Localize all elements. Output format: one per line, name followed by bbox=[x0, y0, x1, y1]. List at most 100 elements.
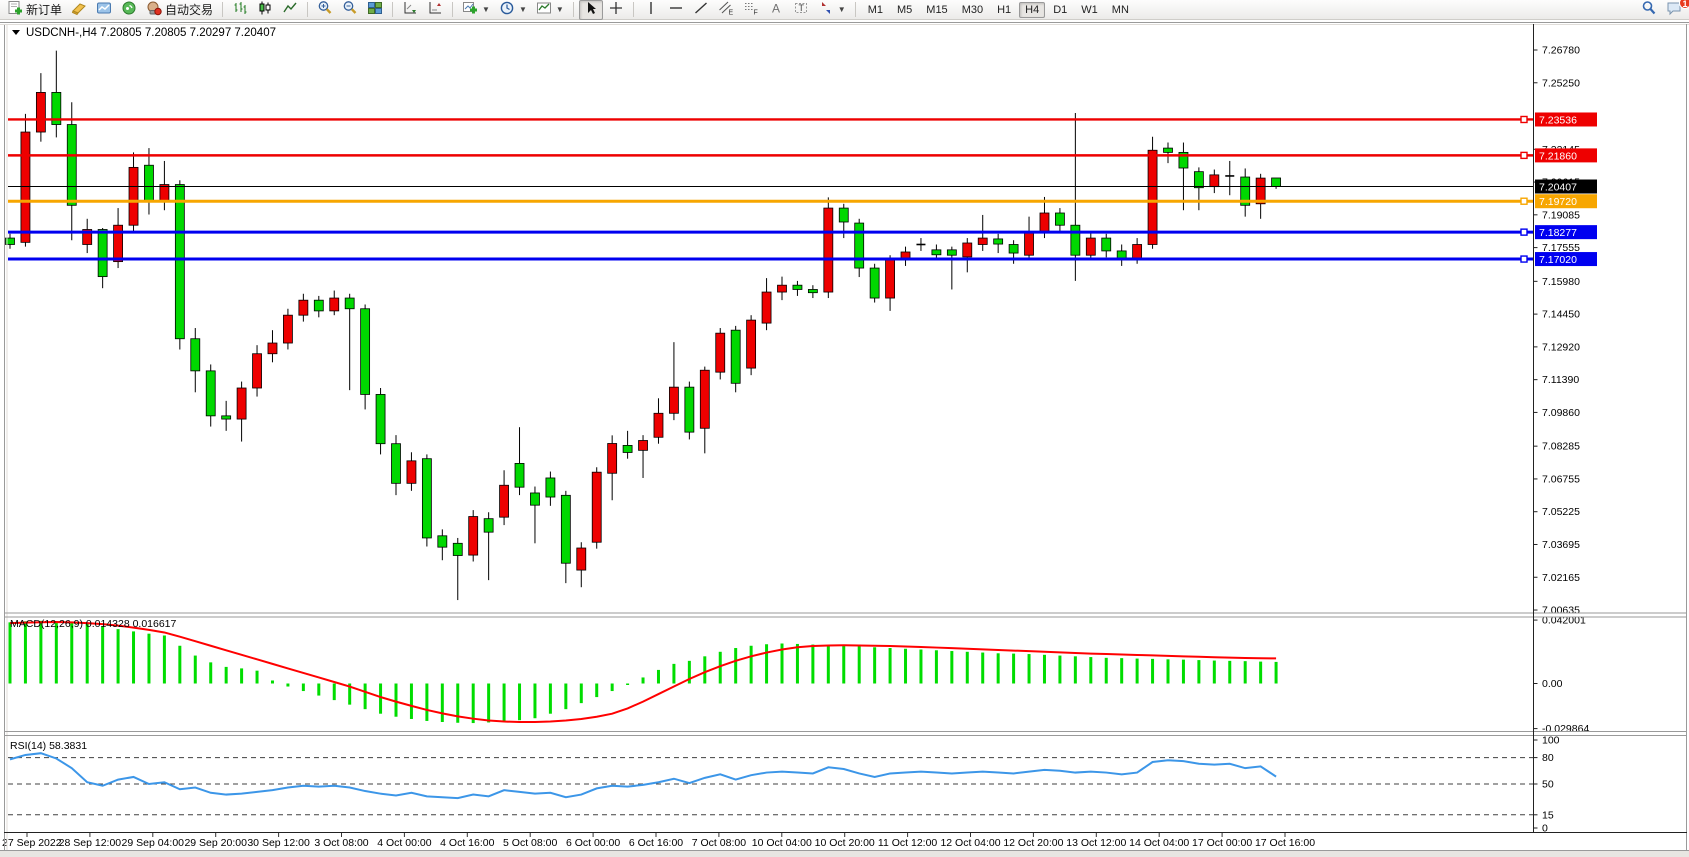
candle bbox=[592, 467, 601, 548]
toolbar-separator bbox=[222, 2, 223, 17]
search-icon bbox=[1641, 0, 1657, 19]
price-tick-label: 7.03695 bbox=[1542, 539, 1580, 551]
rsi-scale-label: 15 bbox=[1542, 809, 1554, 821]
vertical-line-tool-button[interactable] bbox=[639, 0, 663, 20]
autotrading-button[interactable]: 自动交易 bbox=[142, 0, 217, 20]
label-tool-icon: T bbox=[793, 0, 809, 19]
hline-handle[interactable] bbox=[1521, 256, 1527, 262]
chart-window[interactable]: 7.267807.252507.221457.206157.190857.175… bbox=[0, 21, 1689, 857]
period-button[interactable]: ▼ bbox=[495, 0, 531, 20]
horizontal-line-tool-button[interactable] bbox=[664, 0, 688, 20]
timeframe-H1[interactable]: H1 bbox=[991, 2, 1017, 18]
candle bbox=[175, 180, 184, 349]
price-tick-label: 7.14450 bbox=[1542, 309, 1580, 321]
autotrading-label: 自动交易 bbox=[165, 1, 213, 18]
timeframe-H4[interactable]: H4 bbox=[1019, 2, 1045, 18]
price-label: 7.21860 bbox=[1539, 150, 1577, 162]
timeframe-W1[interactable]: W1 bbox=[1075, 2, 1104, 18]
dropdown-caret-icon: ▼ bbox=[838, 5, 846, 14]
chart-title: USDCNH-,H4 7.20805 7.20805 7.20297 7.204… bbox=[26, 27, 276, 39]
price-tick-label: 7.19085 bbox=[1542, 209, 1580, 221]
new-order-button[interactable]: 新订单 bbox=[3, 0, 66, 20]
text-tool-button[interactable]: A bbox=[764, 0, 788, 20]
price-tick-label: 7.05225 bbox=[1542, 506, 1580, 518]
toolbar-separator bbox=[392, 2, 393, 17]
rsi-scale-label: 50 bbox=[1542, 779, 1554, 791]
signals-icon bbox=[121, 0, 137, 19]
vertical-line-icon bbox=[643, 0, 659, 19]
candle bbox=[361, 304, 370, 409]
crosshair-tool-button[interactable] bbox=[604, 0, 628, 20]
time-label: 29 Sep 20:00 bbox=[184, 837, 247, 849]
line-chart-button[interactable] bbox=[278, 0, 302, 20]
hline-handle[interactable] bbox=[1521, 152, 1527, 158]
search-button[interactable] bbox=[1637, 0, 1661, 20]
time-label: 3 Oct 08:00 bbox=[314, 837, 368, 849]
time-label: 30 Sep 12:00 bbox=[247, 837, 310, 849]
candle bbox=[716, 328, 725, 379]
price-label: 7.18277 bbox=[1539, 227, 1577, 239]
bar-chart-icon bbox=[232, 0, 248, 19]
dropdown-caret-icon: ▼ bbox=[519, 5, 527, 14]
timeframe-MN[interactable]: MN bbox=[1106, 2, 1135, 18]
price-label: 7.19720 bbox=[1539, 196, 1577, 208]
timeframe-M1[interactable]: M1 bbox=[862, 2, 889, 18]
hline-handle[interactable] bbox=[1521, 116, 1527, 122]
time-label: 10 Oct 20:00 bbox=[815, 837, 875, 849]
time-label: 10 Oct 04:00 bbox=[752, 837, 812, 849]
price-label: 7.20407 bbox=[1539, 182, 1577, 194]
fibonacci-tool-button[interactable]: F bbox=[739, 0, 763, 20]
timeframe-M15[interactable]: M15 bbox=[920, 2, 953, 18]
trendline-tool-button[interactable] bbox=[689, 0, 713, 20]
zoom-in-icon bbox=[317, 0, 333, 19]
hline-handle[interactable] bbox=[1521, 198, 1527, 204]
quotes-button[interactable] bbox=[67, 0, 91, 20]
line-chart-icon bbox=[282, 0, 298, 19]
time-label: 4 Oct 00:00 bbox=[377, 837, 431, 849]
indicator-window-button[interactable] bbox=[398, 0, 422, 20]
tile-windows-button[interactable] bbox=[363, 0, 387, 20]
price-tick-label: 7.11390 bbox=[1542, 374, 1579, 386]
add-indicator-button[interactable]: ▼ bbox=[458, 0, 494, 20]
label-tool-button[interactable]: T bbox=[789, 0, 813, 20]
price-label: 7.23536 bbox=[1539, 114, 1577, 126]
equidistant-channel-tool-button[interactable]: E bbox=[714, 0, 738, 20]
text-tool-icon: A bbox=[768, 0, 784, 19]
price-tick-label: 7.08285 bbox=[1542, 441, 1580, 453]
quotes-icon bbox=[71, 0, 87, 19]
price-tick-label: 7.26780 bbox=[1542, 45, 1580, 57]
add-indicator-icon bbox=[462, 0, 478, 19]
charts-button[interactable] bbox=[92, 0, 116, 20]
new-order-icon bbox=[7, 0, 23, 19]
macd-scale-label: -0.029864 bbox=[1542, 723, 1589, 735]
timeframe-D1[interactable]: D1 bbox=[1047, 2, 1073, 18]
arrows-tool-button[interactable]: ▼ bbox=[814, 0, 850, 20]
time-label: 5 Oct 08:00 bbox=[503, 837, 557, 849]
time-label: 14 Oct 04:00 bbox=[1129, 837, 1189, 849]
macd-scale-label: 0.042001 bbox=[1542, 615, 1586, 627]
autotrading-icon bbox=[146, 0, 162, 19]
signals-button[interactable] bbox=[117, 0, 141, 20]
channel-icon: E bbox=[718, 0, 734, 19]
charts-icon bbox=[96, 0, 112, 19]
indicator-list-button[interactable] bbox=[423, 0, 447, 20]
time-label: 6 Oct 00:00 bbox=[566, 837, 620, 849]
hline-handle[interactable] bbox=[1521, 229, 1527, 235]
price-tick-label: 7.09860 bbox=[1542, 407, 1580, 419]
cursor-tool-button[interactable] bbox=[579, 0, 603, 20]
zoom-out-button[interactable] bbox=[338, 0, 362, 20]
clock-icon bbox=[499, 0, 515, 19]
horizontal-line-icon bbox=[668, 0, 684, 19]
time-label: 17 Oct 16:00 bbox=[1255, 837, 1315, 849]
candle bbox=[870, 264, 879, 303]
bar-chart-button[interactable] bbox=[228, 0, 252, 20]
tile-windows-icon bbox=[367, 0, 383, 19]
time-label: 27 Sep 2022 bbox=[2, 837, 62, 849]
timeframe-M30[interactable]: M30 bbox=[956, 2, 989, 18]
zoom-in-button[interactable] bbox=[313, 0, 337, 20]
candlestick-chart-button[interactable] bbox=[253, 0, 277, 20]
template-button[interactable]: ▼ bbox=[532, 0, 568, 20]
chat-button[interactable]: 1 bbox=[1662, 0, 1686, 20]
timeframe-M5[interactable]: M5 bbox=[891, 2, 918, 18]
macd-label: MACD(12,26,9) 0.014328 0.016617 bbox=[10, 618, 177, 630]
